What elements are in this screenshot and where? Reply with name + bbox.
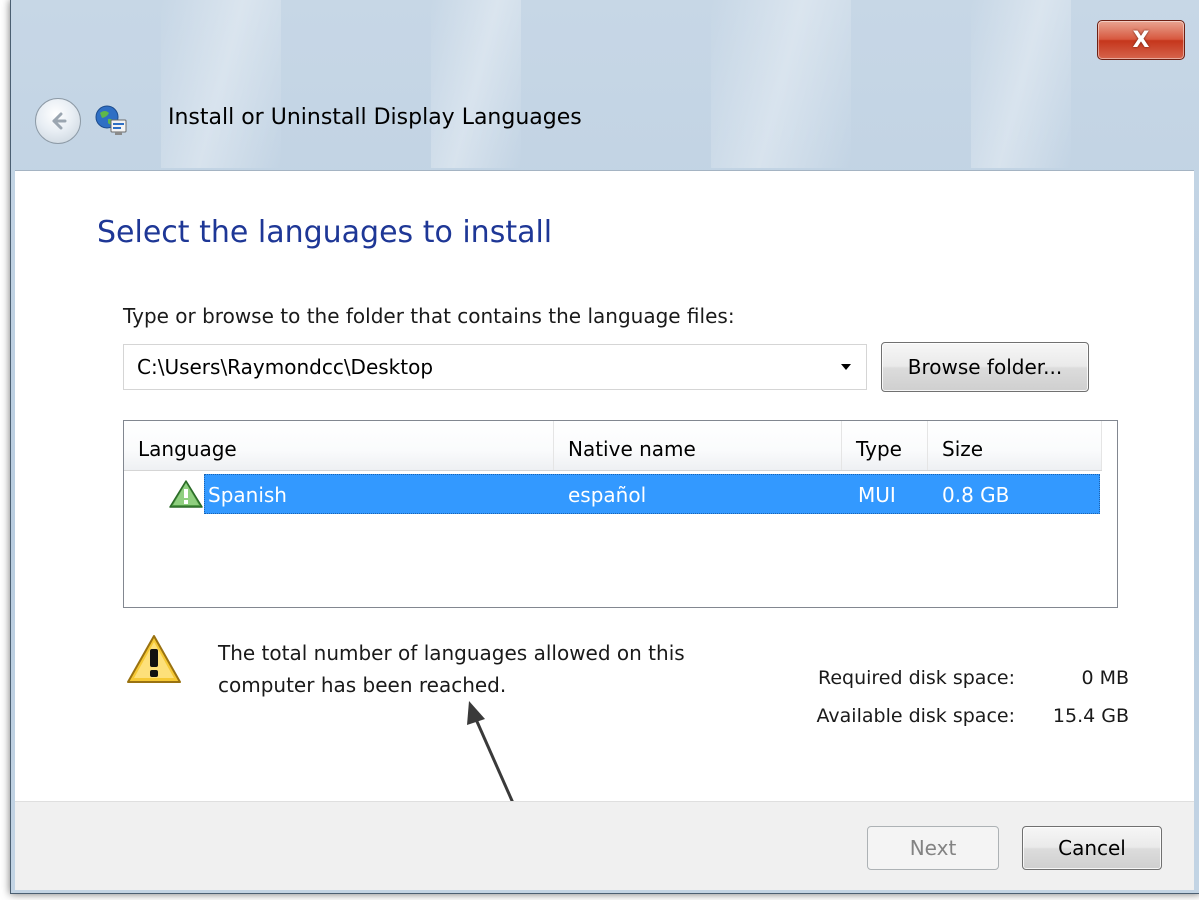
glass-reflection: [971, 0, 1071, 168]
language-list[interactable]: Language Native name Type Size Spanish e…: [123, 420, 1118, 608]
page-heading: Select the languages to install: [97, 215, 553, 250]
available-disk-space-value: 15.4 GB: [1052, 705, 1129, 727]
folder-label: Type or browse to the folder that contai…: [123, 304, 735, 328]
folder-path-combobox[interactable]: C:\Users\Raymondcc\Desktop: [123, 344, 867, 390]
window-title: Install or Uninstall Display Languages: [168, 105, 582, 130]
column-header-language[interactable]: Language: [124, 421, 554, 470]
cell-size: 0.8 GB: [942, 483, 1010, 507]
content-area: Select the languages to install Type or …: [15, 170, 1194, 804]
cell-type: MUI: [858, 483, 896, 507]
browse-folder-button[interactable]: Browse folder...: [881, 342, 1089, 392]
glass-reflection: [161, 0, 281, 168]
cancel-button[interactable]: Cancel: [1022, 826, 1162, 870]
cell-native-name: español: [568, 483, 647, 507]
column-header-native-name[interactable]: Native name: [554, 421, 842, 470]
list-header: Language Native name Type Size: [124, 421, 1102, 471]
list-item[interactable]: Spanish español MUI 0.8 GB: [124, 474, 1102, 515]
required-disk-space-value: 0 MB: [1081, 667, 1129, 689]
cell-language: Spanish: [208, 483, 287, 507]
dialog-footer: Next Cancel: [15, 801, 1194, 890]
folder-path-value[interactable]: C:\Users\Raymondcc\Desktop: [137, 355, 433, 379]
dropdown-arrow-icon[interactable]: [836, 345, 856, 389]
glass-reflection: [711, 0, 851, 168]
column-header-type[interactable]: Type: [842, 421, 928, 470]
required-disk-space-value-row: 0 MB: [1025, 667, 1129, 695]
required-disk-space-row: Required disk space:: [715, 667, 1015, 695]
next-button[interactable]: Next: [867, 826, 999, 870]
warning-message: The total number of languages allowed on…: [218, 641, 685, 697]
dialog-window: X Install or Uninstall Display Languages…: [10, 0, 1199, 894]
back-arrow-icon: [52, 112, 67, 130]
annotation-arrow-icon: [467, 701, 515, 804]
title-bar: X Install or Uninstall Display Languages: [11, 0, 1199, 168]
warning-icon: [169, 480, 203, 508]
available-disk-space-value-row: 15.4 GB: [1025, 705, 1129, 733]
warning-icon: [127, 635, 181, 683]
back-button[interactable]: [35, 98, 81, 144]
glass-reflection: [431, 0, 521, 168]
available-disk-space-row: Available disk space:: [715, 705, 1015, 733]
required-disk-space-label: Required disk space:: [817, 667, 1015, 689]
close-button[interactable]: X: [1097, 20, 1185, 60]
globe-language-icon: [95, 105, 127, 135]
column-header-size[interactable]: Size: [928, 421, 1102, 470]
close-icon: X: [1132, 27, 1150, 53]
available-disk-space-label: Available disk space:: [816, 705, 1015, 727]
